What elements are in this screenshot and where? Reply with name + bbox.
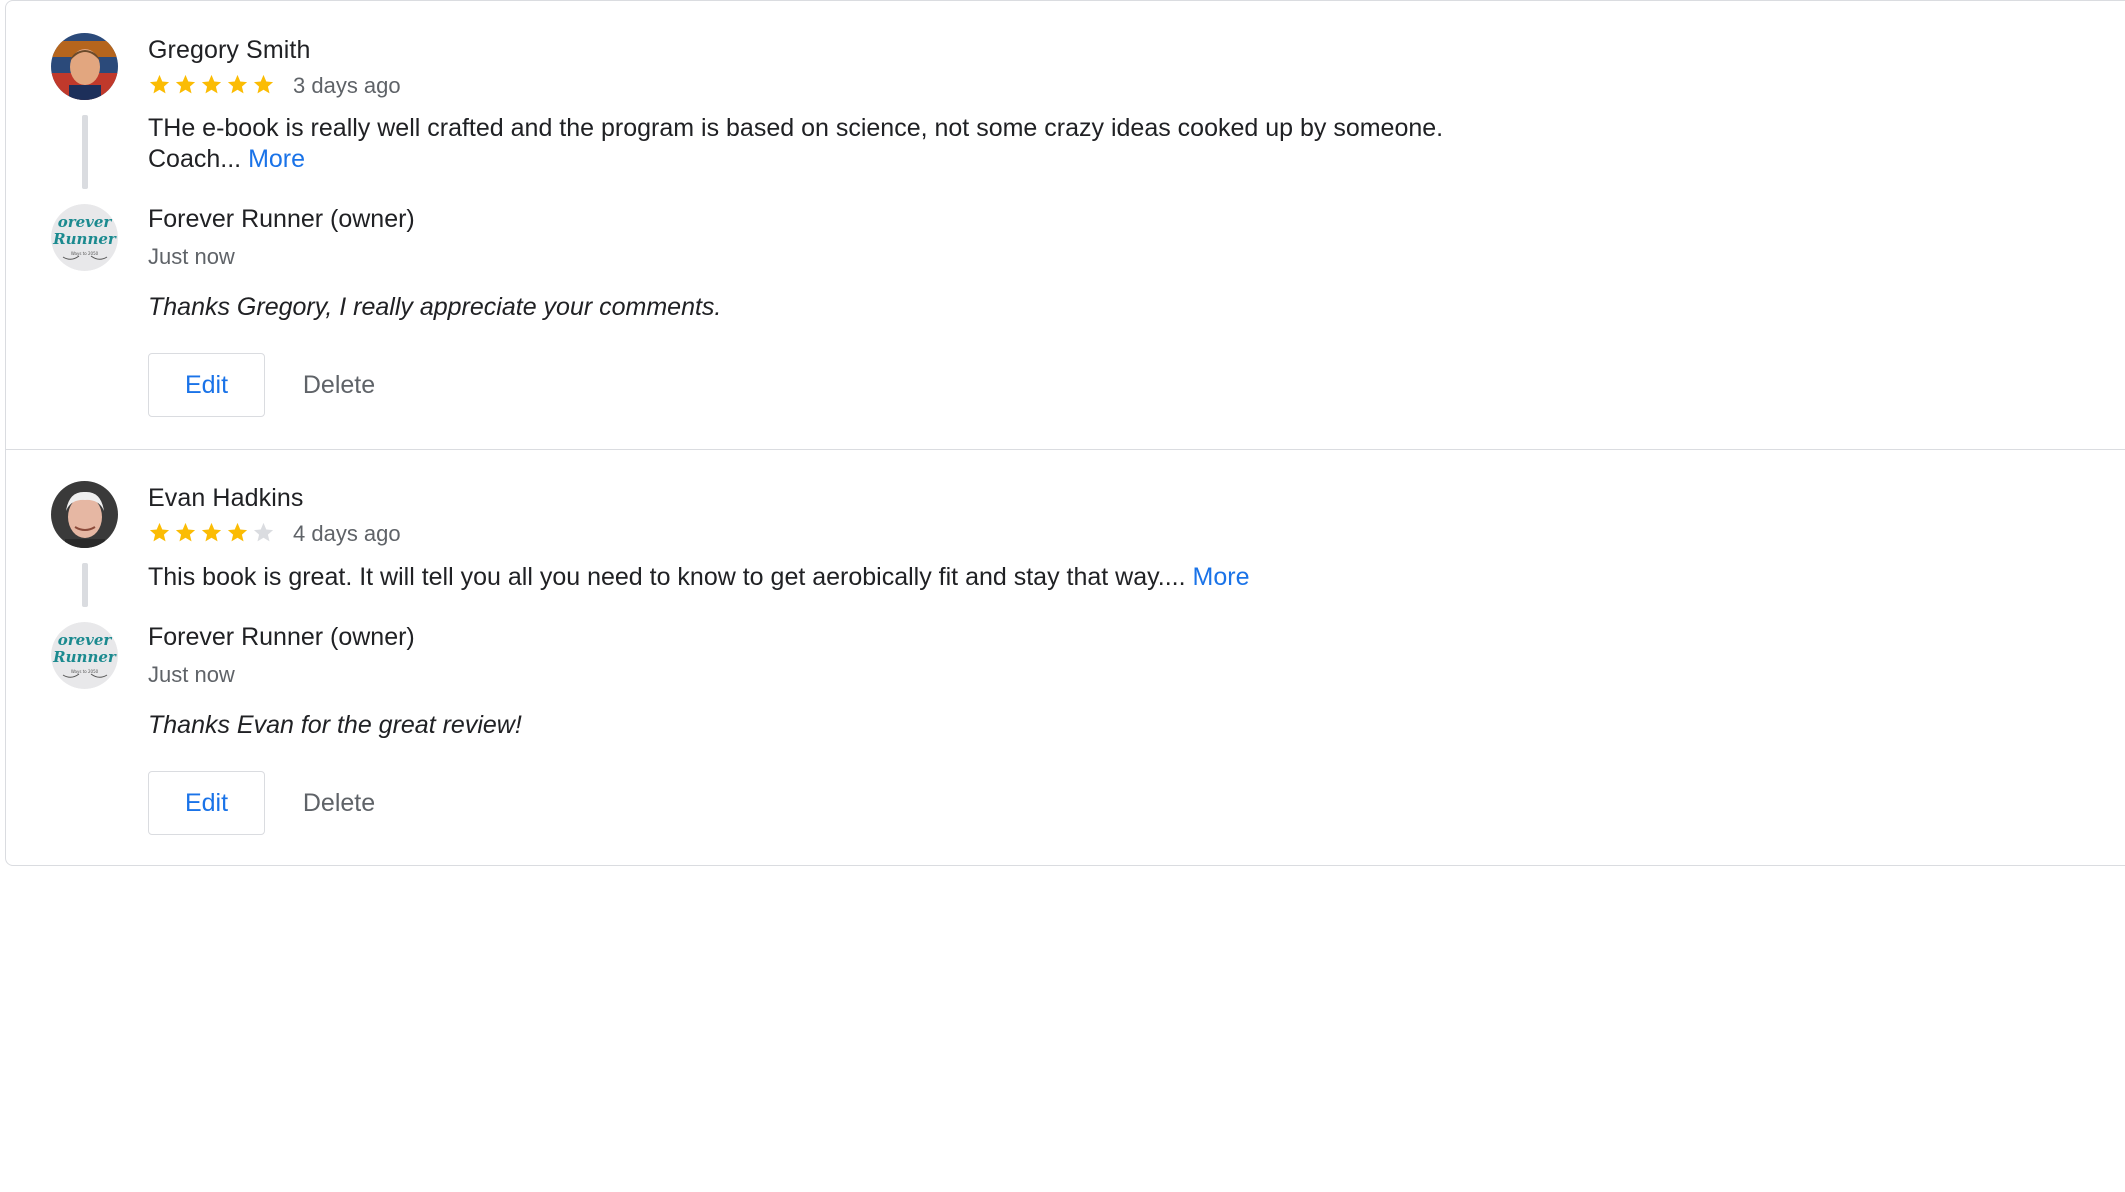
review-item: Evan Hadkins 4 days ago This book is gre… (6, 450, 2125, 867)
review-text-line: THe e-book is really well crafted and th… (148, 114, 1444, 142)
svg-text:Ways to 2050: Ways to 2050 (71, 251, 99, 256)
delete-reply-button[interactable]: Delete (289, 353, 389, 417)
reviews-card: Gregory Smith 3 days ago THe e-book is r… (5, 0, 2125, 866)
review-date: 3 days ago (293, 73, 401, 98)
owner-avatar[interactable]: orever Runner Ways to 2050 (51, 204, 118, 271)
star-filled-icon (201, 522, 222, 542)
owner-name: Forever Runner (owner) (148, 205, 415, 233)
star-filled-icon (253, 74, 274, 94)
star-filled-icon (227, 522, 248, 542)
reviewer-avatar[interactable] (51, 33, 118, 100)
delete-reply-button[interactable]: Delete (289, 771, 389, 835)
star-filled-icon (175, 74, 196, 94)
review-text-continued: Coach... (148, 145, 242, 173)
reply-thread-line (82, 115, 88, 189)
edit-reply-button[interactable]: Edit (148, 353, 265, 417)
reviewer-photo (51, 33, 118, 100)
edit-reply-button[interactable]: Edit (148, 771, 265, 835)
svg-text:orever: orever (58, 631, 113, 649)
more-link[interactable]: More (1193, 563, 1250, 591)
svg-text:Runner: Runner (52, 230, 117, 248)
owner-avatar[interactable]: orever Runner Ways to 2050 (51, 622, 118, 689)
svg-text:Runner: Runner (52, 648, 117, 666)
review-text-line: Coach... More (148, 144, 1508, 175)
owner-name: Forever Runner (owner) (148, 623, 415, 651)
review-text-line: This book is great. It will tell you all… (148, 562, 1508, 593)
star-filled-icon (201, 74, 222, 94)
star-filled-icon (149, 74, 170, 94)
star-filled-icon (149, 522, 170, 542)
star-rating (148, 73, 275, 96)
review-date: 4 days ago (293, 521, 401, 546)
star-empty-icon (253, 522, 274, 542)
reviewer-name[interactable]: Gregory Smith (148, 36, 310, 65)
review-item: Gregory Smith 3 days ago THe e-book is r… (6, 1, 2125, 450)
review-text: This book is great. It will tell you all… (148, 562, 1508, 593)
reply-text: Thanks Gregory, I really appreciate your… (148, 293, 722, 321)
review-text: THe e-book is really well crafted and th… (148, 113, 1508, 175)
svg-text:Ways to 2050: Ways to 2050 (71, 669, 99, 674)
more-link[interactable]: More (248, 145, 305, 173)
forever-runner-logo: orever Runner Ways to 2050 (51, 204, 118, 271)
reply-text: Thanks Evan for the great review! (148, 711, 522, 739)
review-text-body: This book is great. It will tell you all… (148, 563, 1186, 591)
star-rating (148, 521, 275, 544)
star-filled-icon (175, 522, 196, 542)
reviewer-photo (51, 481, 118, 548)
reply-date: Just now (148, 662, 235, 687)
reply-date: Just now (148, 244, 235, 269)
reply-thread-line (82, 563, 88, 607)
svg-text:orever: orever (58, 213, 113, 231)
forever-runner-logo: orever Runner Ways to 2050 (51, 622, 118, 689)
reviewer-name[interactable]: Evan Hadkins (148, 484, 303, 513)
reviewer-avatar[interactable] (51, 481, 118, 548)
star-filled-icon (227, 74, 248, 94)
